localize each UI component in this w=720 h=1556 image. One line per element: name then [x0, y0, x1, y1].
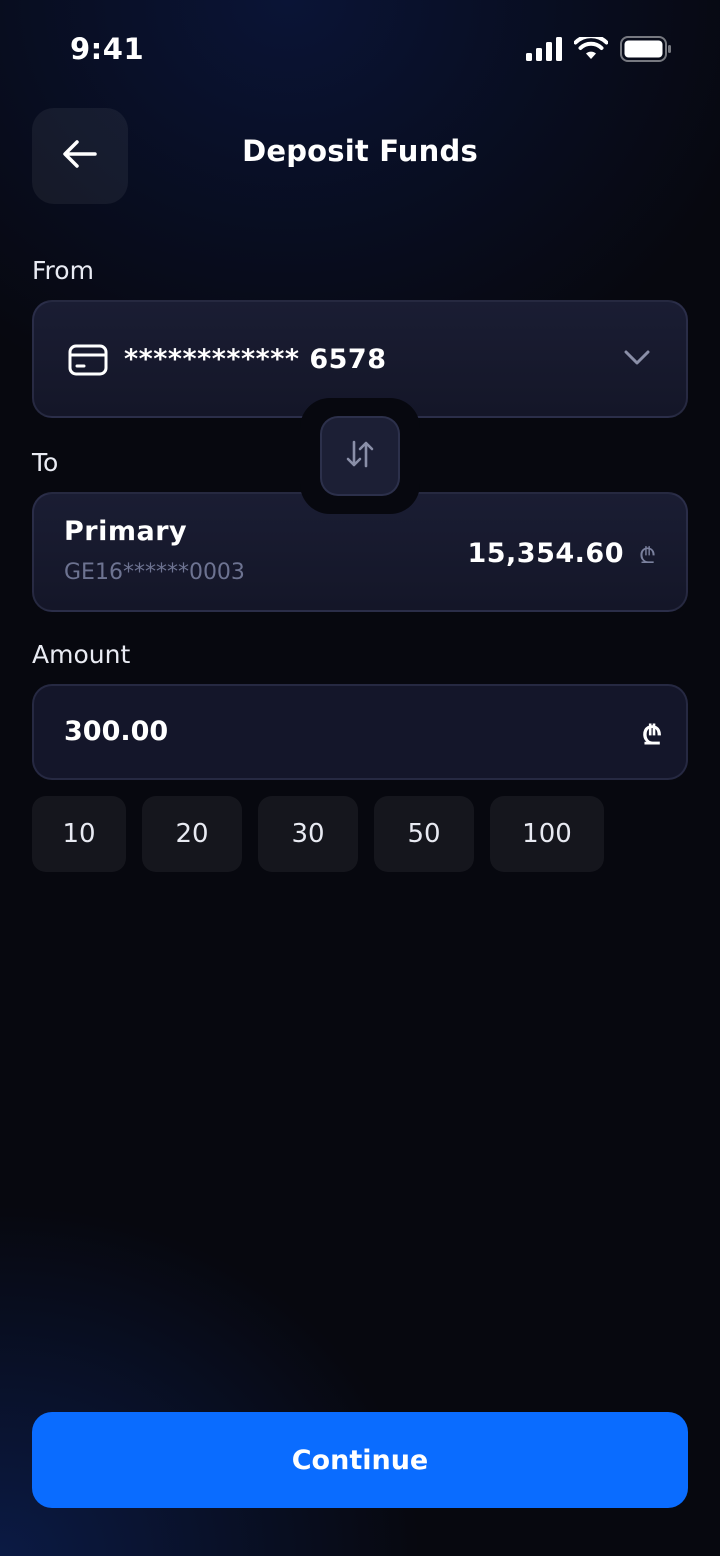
- chevron-down-icon[interactable]: [624, 350, 650, 370]
- card-number: ************ 6578: [124, 344, 387, 375]
- quick-amount-chip[interactable]: 20: [142, 796, 242, 872]
- balance-currency: ₾: [639, 544, 656, 569]
- credit-card-icon: [68, 344, 108, 380]
- swap-button[interactable]: [320, 416, 400, 496]
- quick-amounts: 10 20 30 50 100: [32, 796, 604, 872]
- quick-amount-chip[interactable]: 100: [490, 796, 604, 872]
- amount-label: Amount: [32, 640, 131, 669]
- amount-input[interactable]: [64, 716, 564, 747]
- account-name: Primary: [64, 516, 188, 547]
- quick-amount-chip[interactable]: 50: [374, 796, 474, 872]
- status-icons: [526, 36, 672, 62]
- to-label: To: [32, 448, 59, 477]
- quick-amount-chip[interactable]: 10: [32, 796, 126, 872]
- page-title: Deposit Funds: [242, 134, 478, 168]
- status-bar: 9:41: [0, 0, 720, 100]
- quick-amount-chip[interactable]: 30: [258, 796, 358, 872]
- swap-vertical-arrows-icon: [344, 438, 376, 474]
- battery-icon: [620, 36, 672, 62]
- amount-field[interactable]: ₾: [32, 684, 688, 780]
- status-time: 9:41: [70, 32, 145, 66]
- cellular-signal-icon: [526, 37, 562, 61]
- wifi-icon: [574, 37, 608, 61]
- account-balance: 15,354.60: [467, 538, 624, 569]
- account-iban: GE16******0003: [64, 560, 245, 585]
- from-label: From: [32, 256, 94, 285]
- continue-button[interactable]: Continue: [32, 1412, 688, 1508]
- amount-currency: ₾: [641, 721, 662, 751]
